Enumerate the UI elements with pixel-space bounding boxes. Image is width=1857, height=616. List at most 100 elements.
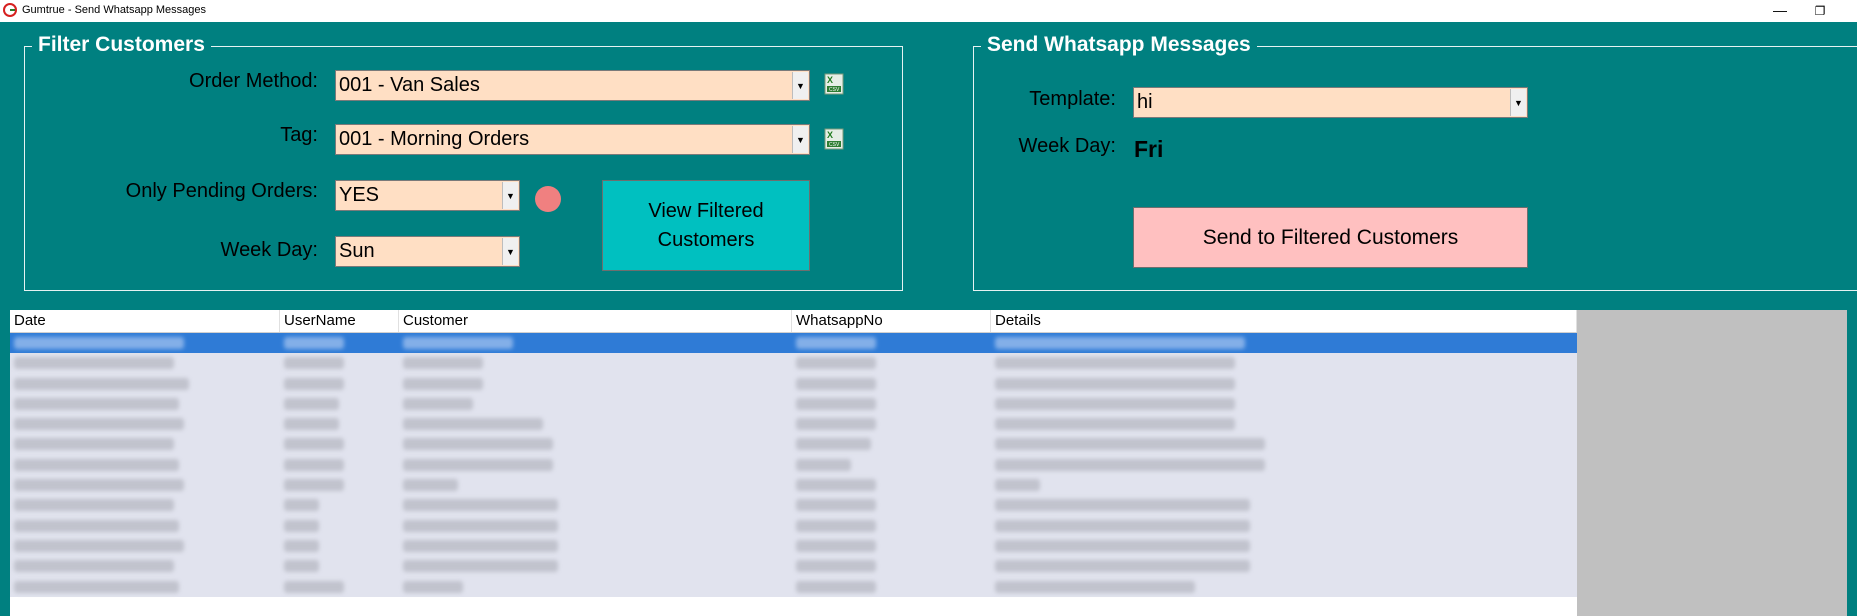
redacted-cell	[995, 357, 1235, 370]
chevron-down-icon[interactable]: ▼	[1510, 89, 1526, 116]
redacted-cell	[14, 357, 174, 370]
redacted-cell	[995, 560, 1250, 573]
redacted-cell	[14, 580, 179, 593]
redacted-cell	[284, 438, 344, 451]
redacted-cell	[403, 377, 483, 390]
column-header-username[interactable]: UserName	[280, 310, 399, 332]
order-method-value: 001 - Van Sales	[339, 74, 480, 96]
chevron-down-icon[interactable]: ▼	[502, 238, 518, 265]
redacted-cell	[14, 519, 179, 532]
send-weekday-label: Week Day:	[1018, 135, 1116, 157]
tag-select[interactable]: 001 - Morning Orders ▼	[335, 124, 810, 155]
redacted-cell	[403, 499, 558, 512]
redacted-cell	[14, 337, 184, 349]
redacted-cell	[796, 499, 876, 512]
redacted-cell	[14, 438, 174, 451]
excel-csv-icon[interactable]: X CSV	[822, 72, 846, 96]
send-whatsapp-title: Send Whatsapp Messages	[981, 33, 1257, 57]
column-header-details[interactable]: Details	[991, 310, 1577, 332]
redacted-cell	[403, 519, 558, 532]
grid-rows	[10, 333, 1577, 597]
redacted-cell	[403, 539, 558, 552]
redacted-cell	[284, 377, 344, 390]
maximize-button[interactable]: ❐	[1806, 1, 1834, 21]
window-title: Gumtrue - Send Whatsapp Messages	[22, 4, 207, 16]
redacted-cell	[796, 458, 851, 471]
tag-label: Tag:	[280, 124, 318, 146]
redacted-cell	[403, 397, 473, 410]
redacted-cell	[403, 438, 553, 451]
chevron-down-icon[interactable]: ▼	[792, 126, 808, 153]
redacted-cell	[995, 539, 1250, 552]
redacted-cell	[284, 397, 339, 410]
order-method-label: Order Method:	[189, 70, 318, 92]
messages-grid[interactable]: Date UserName Customer WhatsappNo Detail…	[10, 310, 1847, 616]
redacted-cell	[796, 397, 876, 410]
send-to-filtered-customers-button[interactable]: Send to Filtered Customers	[1133, 207, 1528, 268]
table-row[interactable]	[10, 515, 1577, 536]
redacted-cell	[403, 357, 483, 370]
pending-orders-value: YES	[339, 184, 380, 206]
table-row[interactable]	[10, 454, 1577, 476]
redacted-cell	[284, 337, 344, 349]
table-row[interactable]	[10, 353, 1577, 374]
redacted-cell	[796, 539, 876, 552]
table-row[interactable]	[10, 495, 1577, 516]
pending-orders-select[interactable]: YES ▼	[335, 180, 520, 211]
redacted-cell	[284, 418, 339, 431]
redacted-cell	[995, 519, 1250, 532]
table-row[interactable]	[10, 434, 1577, 455]
table-row[interactable]	[10, 556, 1577, 577]
redacted-cell	[995, 438, 1265, 451]
column-header-customer[interactable]: Customer	[399, 310, 792, 332]
tag-value: 001 - Morning Orders	[339, 128, 530, 150]
redacted-cell	[284, 519, 319, 532]
column-header-date[interactable]: Date	[10, 310, 280, 332]
table-row[interactable]	[10, 373, 1577, 394]
chevron-down-icon[interactable]: ▼	[502, 182, 518, 209]
filter-weekday-select[interactable]: Sun ▼	[335, 236, 520, 267]
view-filtered-customers-label: View Filtered Customers	[648, 199, 764, 251]
redacted-cell	[14, 458, 179, 471]
template-label: Template:	[1029, 88, 1116, 110]
filter-customers-title: Filter Customers	[32, 33, 211, 57]
grid-body: Date UserName Customer WhatsappNo Detail…	[10, 310, 1577, 616]
redacted-cell	[403, 580, 463, 593]
excel-csv-icon[interactable]: X CSV	[822, 127, 846, 151]
chevron-down-icon[interactable]: ▼	[792, 72, 808, 99]
title-bar: Gumtrue - Send Whatsapp Messages — ❐	[0, 0, 1857, 22]
redacted-cell	[284, 458, 344, 471]
table-row[interactable]	[10, 535, 1577, 557]
table-row[interactable]	[10, 393, 1577, 415]
redacted-cell	[403, 560, 558, 573]
redacted-cell	[796, 580, 876, 593]
redacted-cell	[284, 357, 344, 370]
column-header-whatsappno[interactable]: WhatsappNo	[792, 310, 991, 332]
minimize-button[interactable]: —	[1766, 1, 1794, 21]
redacted-cell	[284, 580, 344, 593]
redacted-cell	[796, 479, 876, 492]
redacted-cell	[14, 418, 184, 431]
table-row[interactable]	[10, 414, 1577, 435]
redacted-cell	[14, 539, 184, 552]
template-select[interactable]: hi ▼	[1133, 87, 1528, 118]
redacted-cell	[995, 479, 1040, 492]
grid-header: Date UserName Customer WhatsappNo Detail…	[10, 310, 1577, 333]
redacted-cell	[403, 458, 553, 471]
svg-text:CSV: CSV	[829, 142, 840, 148]
redacted-cell	[403, 479, 458, 492]
table-row[interactable]	[10, 475, 1577, 496]
view-filtered-customers-button[interactable]: View Filtered Customers	[602, 180, 810, 271]
redacted-cell	[995, 377, 1235, 390]
redacted-cell	[796, 357, 876, 370]
pending-orders-label: Only Pending Orders:	[125, 180, 318, 202]
table-row[interactable]	[10, 333, 1577, 354]
redacted-cell	[284, 539, 319, 552]
table-row[interactable]	[10, 576, 1577, 597]
redacted-cell	[796, 560, 876, 573]
redacted-cell	[995, 418, 1235, 431]
order-method-select[interactable]: 001 - Van Sales ▼	[335, 70, 810, 101]
filter-weekday-value: Sun	[339, 240, 375, 262]
filter-weekday-label: Week Day:	[220, 239, 318, 261]
redacted-cell	[796, 337, 876, 349]
